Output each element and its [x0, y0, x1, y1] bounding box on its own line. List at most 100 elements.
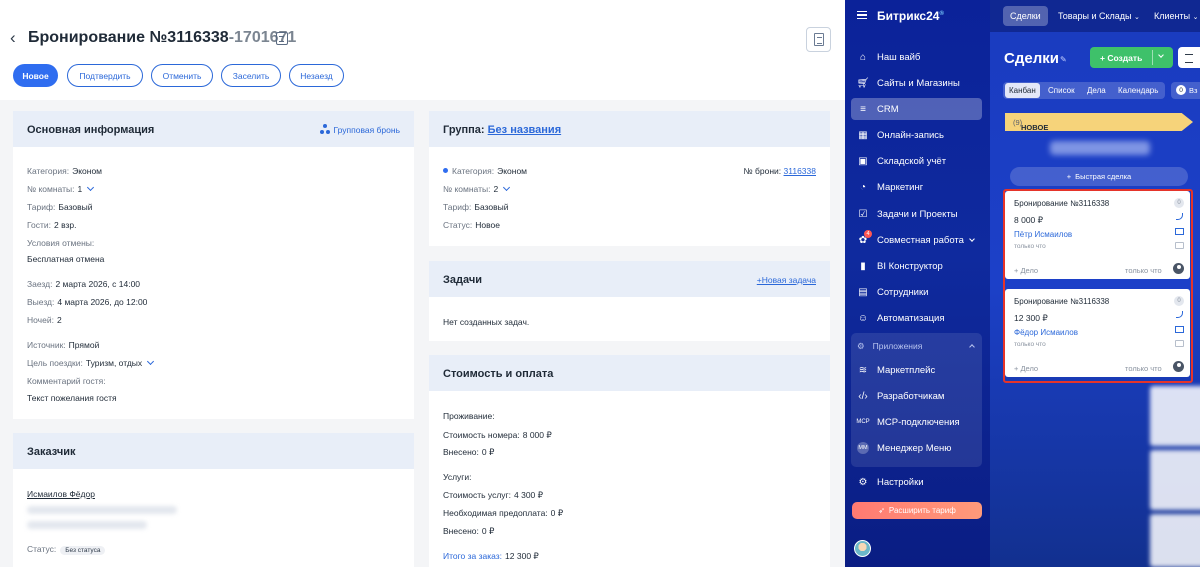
group-booking-link[interactable]: Групповая бронь: [319, 124, 400, 135]
deal-card-blurred: [1150, 514, 1200, 567]
warehouse-icon: ▣: [858, 155, 868, 167]
status-new-button[interactable]: Новое: [13, 64, 58, 87]
cost-header: Стоимость и оплата: [429, 355, 830, 391]
expand-tariff-button[interactable]: ➶ Расширить тариф: [852, 502, 982, 519]
stage-new-inquiry[interactable]: НОВОЕ ОБРАЩЕНИЕ (9): [1005, 113, 1193, 131]
pin-icon[interactable]: ✎: [1060, 55, 1067, 64]
cancel-terms-label: Условия отмены:: [27, 238, 95, 248]
services-label: Услуги:: [443, 472, 472, 482]
marketing-icon: ◔: [859, 181, 867, 193]
sidebar-item-booking[interactable]: ▦ Онлайн-запись: [851, 124, 982, 146]
card-title: Основная информация: [27, 124, 155, 136]
tasks-card: Задачи +Новая задача Нет созданных задач…: [429, 261, 830, 341]
menu-icon[interactable]: [857, 11, 867, 19]
document-icon[interactable]: [276, 32, 288, 45]
sidebar-item-bi[interactable]: ▮ BI Конструктор: [851, 255, 982, 277]
sidebar-item-automation[interactable]: ☺ Автоматизация: [851, 307, 982, 329]
card-title: Задачи: [443, 274, 482, 286]
sidebar-item-sites[interactable]: 🛒︎ Сайты и Магазины: [851, 72, 982, 94]
customer-contact-blurred: [27, 506, 177, 514]
view-tabs: Канбан Список Дела Календарь: [1003, 82, 1165, 99]
tasks-header: Задачи +Новая задача: [429, 261, 830, 297]
group-status-row: Статус: Новое: [443, 220, 500, 230]
page-header: ‹ Бронирование №3116338-1701671 Новое По…: [0, 0, 845, 100]
chevron-down-icon[interactable]: [969, 236, 975, 242]
deal-card-blurred: [1150, 450, 1200, 510]
document-button[interactable]: [806, 27, 831, 52]
plus-icon: +: [1066, 172, 1072, 181]
sidebar-item-marketing[interactable]: ◔ Маркетинг: [851, 176, 982, 198]
purpose-row[interactable]: Цель поездки: Туризм, отдых: [27, 357, 155, 368]
confirm-button[interactable]: Подтвердить: [67, 64, 143, 87]
chevron-down-icon[interactable]: [503, 183, 511, 192]
sidebar-item-crm[interactable]: ≡ CRM: [851, 98, 982, 120]
avatar[interactable]: [854, 540, 871, 557]
quick-deal-button[interactable]: + Быстрая сделка: [1010, 167, 1188, 186]
page-title: Сделки: [1004, 50, 1059, 67]
chevron-down-icon: ⌄: [1134, 14, 1140, 21]
sidebar-item-mcp[interactable]: MCP MCP-подключения: [851, 411, 982, 433]
sidebar-item-tasks[interactable]: ☑ Задачи и Проекты: [851, 203, 982, 225]
chevron-down-icon[interactable]: [87, 183, 95, 192]
main-info-card: Основная информация Групповая бронь Кате…: [13, 111, 414, 419]
new-task-link[interactable]: +Новая задача: [757, 275, 816, 285]
stage-sum-blurred: [1050, 141, 1150, 155]
cancel-booking-button[interactable]: Отменить: [151, 64, 213, 87]
group-room-row[interactable]: № комнаты: 2: [443, 183, 511, 194]
sidebar-item-vibe[interactable]: ⌂ Наш вайб: [851, 46, 982, 68]
chevron-down-icon[interactable]: [147, 357, 155, 366]
sidebar-item-employees[interactable]: ▤ Сотрудники: [851, 281, 982, 303]
title-main: Бронирование №3116338: [28, 29, 229, 46]
booking-number-link[interactable]: 3116338: [784, 166, 816, 176]
tab-deals[interactable]: Сделки: [1003, 6, 1048, 26]
customer-name-link[interactable]: Исмаилов Фёдор: [27, 489, 95, 499]
group-name-link[interactable]: Без названия: [488, 124, 561, 136]
checkin-row: Заезд: 2 марта 2026, с 14:00: [27, 279, 141, 289]
booking-number: № брони: 3116338: [743, 166, 816, 176]
room-row[interactable]: № комнаты: 1: [27, 183, 95, 194]
plus-icon: +: [1100, 52, 1105, 63]
chevron-down-icon[interactable]: [1158, 52, 1164, 58]
sidebar-item-warehouse[interactable]: ▣ Складской учёт: [851, 150, 982, 172]
crm-top-tabs: Сделки Товары и Склады ⌄ Клиенты ⌄: [990, 0, 1200, 32]
counter-button[interactable]: 0 Вз: [1171, 82, 1200, 99]
sidebar-item-settings[interactable]: ⚙ Настройки: [851, 471, 982, 493]
group-tariff-row: Тариф: Базовый: [443, 202, 509, 212]
checkin-button[interactable]: Заселить: [221, 64, 281, 87]
customer-status-row: Статус: Без статуса: [27, 544, 106, 555]
filter-button[interactable]: [1178, 47, 1200, 68]
status-badge: Без статуса: [60, 546, 106, 555]
customer-card: Заказчик Исмаилов Фёдор Статус: Без стату…: [13, 433, 414, 567]
card-title: Группа: Без названия: [443, 124, 562, 136]
mcp-icon: MCP: [856, 419, 870, 425]
marketplace-icon: ≋: [858, 364, 868, 376]
sidebar-item-developers[interactable]: ‹/› Разработчикам: [851, 385, 982, 407]
group-category-row: Категория: Эконом: [443, 166, 527, 176]
sidebar-item-menu-manager[interactable]: MM Менеджер Меню: [851, 437, 982, 459]
tab-activities[interactable]: Дела: [1087, 86, 1106, 95]
tab-clients[interactable]: Клиенты ⌄: [1154, 11, 1198, 21]
guests-row: Гости: 2 взр.: [27, 220, 77, 230]
gear-icon: ⚙: [858, 476, 868, 488]
tab-list[interactable]: Список: [1048, 86, 1075, 95]
group-icon: [319, 124, 330, 134]
document-icon: [814, 33, 824, 46]
create-deal-button[interactable]: + Создать: [1090, 47, 1173, 68]
no-show-button[interactable]: Незаезд: [289, 64, 344, 87]
sidebar-item-marketplace[interactable]: ≋ Маркетплейс: [851, 359, 982, 381]
cost-card: Стоимость и оплата Проживание: Стоимость…: [429, 355, 830, 567]
group-card: Группа: Без названия Категория: Эконом № …: [429, 111, 830, 246]
source-row: Источник: Прямой: [27, 340, 100, 350]
tariff-row: Тариф: Базовый: [27, 202, 93, 212]
tab-kanban[interactable]: Канбан: [1005, 83, 1040, 98]
booking-page: ‹ Бронирование №3116338-1701671 Новое По…: [0, 0, 845, 567]
tab-calendar[interactable]: Календарь: [1118, 86, 1158, 95]
sidebar-item-collab[interactable]: ✿ 4 Совместная работа: [851, 229, 982, 251]
cancel-terms-value: Бесплатная отмена: [27, 254, 105, 264]
bitrix-sidebar: Битрикс24® ⌂ Наш вайб 🛒︎ Сайты и Магазины …: [845, 0, 990, 567]
tab-products[interactable]: Товары и Склады ⌄: [1058, 11, 1140, 21]
highlight-frame: [1003, 189, 1193, 383]
apps-group-header[interactable]: ⚙ Приложения: [857, 341, 922, 352]
back-chevron-icon[interactable]: ‹: [10, 28, 16, 48]
total-row: Итого за заказ: 12 300 ₽: [443, 551, 539, 561]
